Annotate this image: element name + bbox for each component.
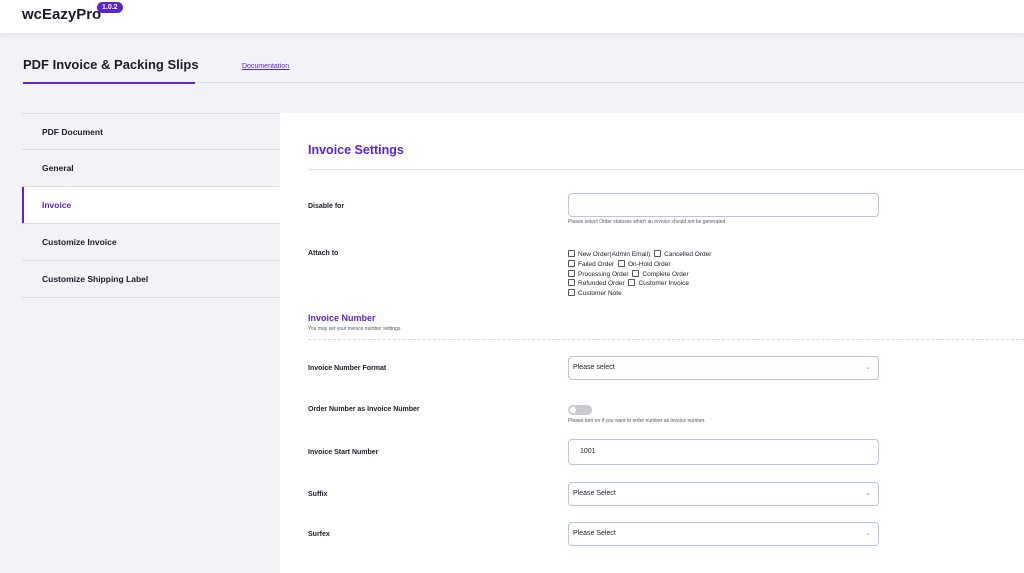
checkbox-processing-order[interactable] [568, 269, 575, 277]
invoice-start-number-label: Invoice Start Number [308, 449, 379, 456]
section-title: Invoice Settings [308, 143, 404, 157]
chevron-down-icon: ⌄ [865, 530, 871, 537]
checkbox-refunded-order[interactable] [568, 279, 575, 287]
order-as-invoice-label: Order Number as Invoice Number [308, 406, 420, 413]
checkbox-new-order[interactable] [568, 250, 575, 257]
header-divider [195, 82, 1024, 83]
invoice-number-heading: Invoice Number [308, 313, 376, 323]
suffix-value: Please Select [573, 490, 616, 497]
sidebar-item-invoice[interactable]: Invoice [22, 187, 280, 224]
page-title: PDF Invoice & Packing Slips [23, 57, 199, 72]
sidebar-item-pdf-document[interactable]: PDF Document [22, 113, 280, 150]
invoice-number-format-label: Invoice Number Format [308, 365, 387, 372]
documentation-link[interactable]: Documentation [242, 63, 289, 70]
checkbox-on-hold-order[interactable] [617, 259, 625, 267]
chevron-down-icon: ⌄ [865, 490, 871, 497]
title-divider [308, 169, 1024, 170]
surfex-value: Please Select [573, 530, 616, 537]
active-tab-underline [23, 82, 195, 84]
invoice-start-number-input[interactable]: 1001 [568, 439, 879, 465]
attach-to-label: Attach to [308, 250, 339, 257]
app-name: wcEazyPro [22, 6, 102, 23]
order-as-invoice-help: Please turn on if you want to order numb… [568, 418, 706, 424]
surfex-select[interactable]: Please Select ⌄ [568, 522, 879, 546]
version-badge: 1.0.2 [97, 2, 123, 13]
sidebar-item-general[interactable]: General [22, 150, 280, 187]
disable-for-input[interactable] [568, 193, 879, 217]
disable-for-help: Please select Order statuses which an in… [568, 219, 727, 225]
checkbox-complete-order[interactable] [632, 269, 640, 277]
checkbox-customer-invoice[interactable] [628, 279, 636, 287]
invoice-number-format-select[interactable]: Please select ⌄ [568, 356, 879, 380]
top-bar: wcEazyPro 1.0.2 [0, 0, 1024, 33]
attach-to-checkboxes: New Order(Admin Email) Cancelled Order F… [568, 250, 713, 299]
invoice-number-description: You may set your invoice number settings… [308, 326, 402, 332]
toggle-knob [570, 407, 576, 413]
sidebar-item-customize-shipping-label[interactable]: Customize Shipping Label [22, 261, 280, 298]
checkbox-customer-note[interactable] [568, 289, 575, 297]
checkbox-cancelled-order[interactable] [654, 250, 662, 257]
invoice-number-format-value: Please select [573, 364, 615, 371]
order-as-invoice-toggle[interactable] [568, 405, 592, 415]
sidebar-item-customize-invoice[interactable]: Customize Invoice [22, 224, 280, 261]
disable-for-label: Disable for [308, 203, 345, 210]
surfex-label: Surfex [308, 531, 330, 538]
chevron-down-icon: ⌄ [865, 364, 871, 371]
settings-panel: Invoice Settings Disable for Please sele… [280, 113, 1024, 573]
settings-sidebar: PDF Document General Invoice Customize I… [22, 113, 280, 298]
suffix-label: Suffix [308, 491, 328, 498]
checkbox-failed-order[interactable] [568, 259, 575, 267]
suffix-select[interactable]: Please Select ⌄ [568, 482, 879, 506]
section-divider [308, 339, 1024, 340]
